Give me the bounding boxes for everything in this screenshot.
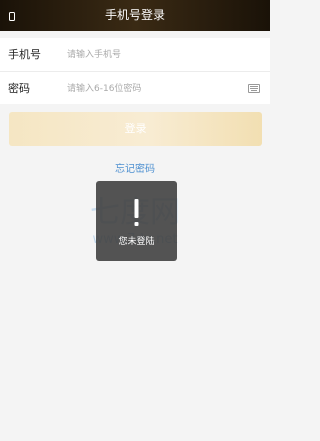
- phone-row: 手机号: [0, 38, 270, 72]
- toast-message: 您未登陆: [118, 237, 155, 247]
- password-label: 密码: [8, 82, 30, 95]
- top-bar: 手机号登录: [0, 0, 270, 31]
- exclamation-icon: [134, 199, 139, 226]
- forgot-password-link[interactable]: 忘记密码: [0, 160, 270, 175]
- phone-label: 手机号: [8, 48, 41, 61]
- toast-dialog: 您未登陆: [96, 181, 177, 261]
- keyboard-icon[interactable]: [248, 84, 260, 93]
- login-form: 手机号 密码: [0, 38, 270, 104]
- page-title: 手机号登录: [104, 8, 165, 22]
- login-button[interactable]: 登录: [9, 112, 262, 146]
- phone-input[interactable]: [67, 46, 237, 63]
- password-input[interactable]: [67, 80, 237, 97]
- password-row: 密码: [0, 72, 270, 105]
